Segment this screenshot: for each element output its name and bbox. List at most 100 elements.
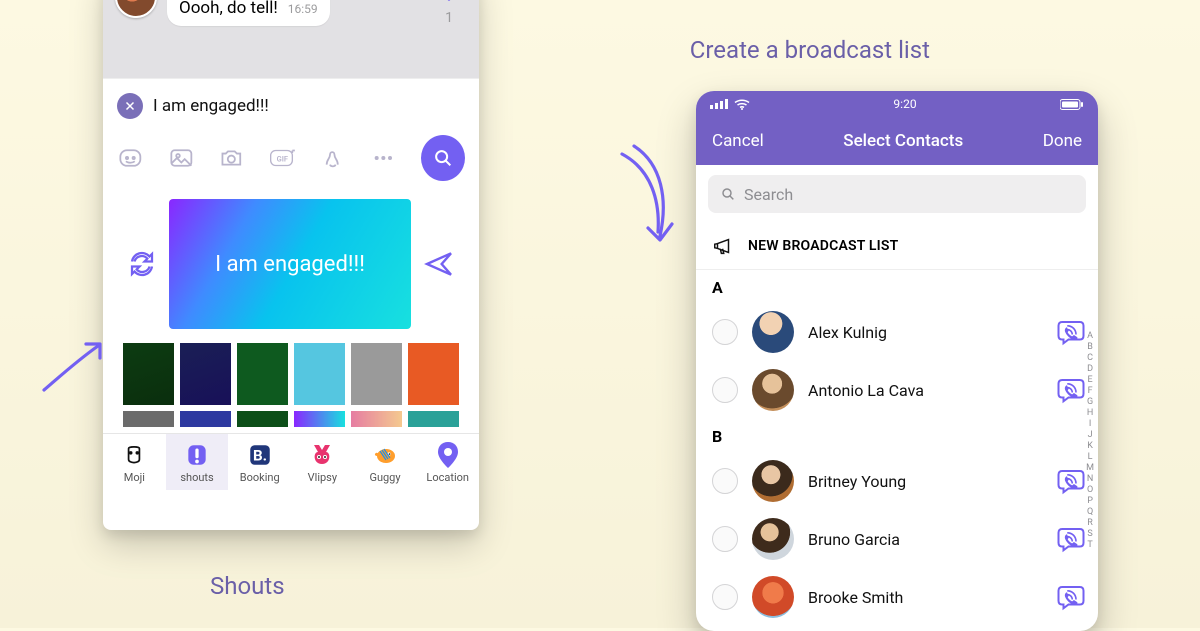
index-letter[interactable]: L: [1086, 452, 1094, 463]
index-letter[interactable]: N: [1086, 474, 1094, 485]
contacts-list[interactable]: A Alex Kulnig Antonio La Cava B Britney …: [696, 270, 1098, 626]
chat-area: Nicki Oooh, do tell! 16:59 1: [103, 0, 479, 78]
reaction-count: 1: [437, 10, 461, 26]
select-radio[interactable]: [712, 526, 738, 552]
contact-row[interactable]: Alex Kulnig: [696, 303, 1098, 361]
extension-tab-moji[interactable]: Moji: [103, 434, 166, 490]
heart-icon: [437, 0, 461, 4]
viber-icon: [1056, 466, 1086, 496]
sticker-icon[interactable]: [117, 144, 144, 172]
extension-tab-icon: [103, 442, 166, 468]
chat-message-row: Nicki Oooh, do tell! 16:59: [115, 0, 467, 26]
camera-icon[interactable]: [218, 144, 245, 172]
index-letter[interactable]: G: [1086, 397, 1094, 408]
extension-tab-label: shouts: [166, 471, 229, 484]
search-button[interactable]: [421, 135, 465, 181]
status-bar: 9:20: [696, 91, 1098, 117]
composer-text[interactable]: I am engaged!!!: [153, 96, 465, 116]
caption-shouts: Shouts: [210, 572, 285, 600]
index-letter[interactable]: D: [1086, 364, 1094, 375]
shout-preview-card[interactable]: I am engaged!!!: [169, 199, 411, 329]
extension-tab-icon: [291, 442, 354, 468]
background-swatch[interactable]: [294, 343, 345, 405]
extension-tab-icon: B.: [228, 442, 291, 468]
reaction-button[interactable]: 1: [437, 0, 461, 26]
search-placeholder: Search: [744, 185, 793, 204]
message-bubble[interactable]: Nicki Oooh, do tell! 16:59: [167, 0, 330, 26]
extension-tab-label: Booking: [228, 471, 291, 484]
shuffle-background-button[interactable]: [127, 249, 157, 279]
extension-tab-label: Location: [416, 471, 479, 484]
index-letter[interactable]: P: [1086, 496, 1094, 507]
megaphone-icon: [712, 235, 734, 257]
contact-name: Britney Young: [808, 472, 1042, 491]
index-letter[interactable]: J: [1086, 430, 1094, 441]
wifi-icon: [734, 99, 750, 110]
extension-tab-shouts[interactable]: shouts: [166, 434, 229, 490]
clear-input-button[interactable]: [117, 93, 143, 119]
background-swatch[interactable]: [180, 343, 231, 405]
composer: I am engaged!!! GIF I am engaged!!!: [103, 78, 479, 427]
extension-tab-booking[interactable]: B. Booking: [228, 434, 291, 490]
background-swatch[interactable]: [123, 343, 174, 405]
index-letter[interactable]: M: [1086, 463, 1094, 474]
index-letter[interactable]: A: [1086, 331, 1094, 342]
extension-tab-label: Vlipsy: [291, 471, 354, 484]
background-swatch[interactable]: [237, 411, 288, 427]
sender-avatar[interactable]: [115, 0, 157, 18]
contact-row[interactable]: Britney Young: [696, 452, 1098, 510]
index-letter[interactable]: K: [1086, 441, 1094, 452]
cancel-button[interactable]: Cancel: [712, 131, 764, 151]
background-swatch[interactable]: [408, 343, 459, 405]
battery-icon: [1060, 99, 1084, 110]
extensions-tabbar: Mojishouts B. BookingVlipsyGuggyLocation: [103, 433, 479, 490]
index-letter[interactable]: Q: [1086, 507, 1094, 518]
background-swatch[interactable]: [123, 411, 174, 427]
svg-text:B.: B.: [253, 446, 267, 464]
contact-name: Antonio La Cava: [808, 381, 1042, 400]
extension-tab-guggy[interactable]: Guggy: [354, 434, 417, 490]
alphabet-index[interactable]: ABCDEFGHIJKLMNOPQRST: [1086, 331, 1094, 551]
index-letter[interactable]: R: [1086, 518, 1094, 529]
contact-row[interactable]: Antonio La Cava: [696, 361, 1098, 419]
index-letter[interactable]: B: [1086, 342, 1094, 353]
background-swatch[interactable]: [237, 343, 288, 405]
gif-icon[interactable]: GIF: [269, 144, 296, 172]
select-radio[interactable]: [712, 319, 738, 345]
new-broadcast-list-button[interactable]: NEW BROADCAST LIST: [696, 223, 1098, 270]
background-swatch[interactable]: [351, 343, 402, 405]
more-icon[interactable]: [370, 144, 397, 172]
index-letter[interactable]: S: [1086, 529, 1094, 540]
contact-name: Brooke Smith: [808, 588, 1042, 607]
index-letter[interactable]: H: [1086, 408, 1094, 419]
doodle-icon[interactable]: [320, 144, 347, 172]
gallery-icon[interactable]: [168, 144, 195, 172]
extension-tab-location[interactable]: Location: [416, 434, 479, 490]
select-radio[interactable]: [712, 584, 738, 610]
done-button[interactable]: Done: [1043, 131, 1082, 151]
select-radio[interactable]: [712, 377, 738, 403]
background-swatch[interactable]: [180, 411, 231, 427]
message-text: Oooh, do tell!: [179, 0, 278, 18]
viber-icon: [1056, 524, 1086, 554]
index-letter[interactable]: F: [1086, 386, 1094, 397]
index-letter[interactable]: I: [1086, 419, 1094, 430]
index-letter[interactable]: E: [1086, 375, 1094, 386]
send-button[interactable]: [423, 248, 455, 280]
background-swatch[interactable]: [351, 411, 402, 427]
extension-tab-icon: [416, 442, 479, 468]
background-swatch[interactable]: [408, 411, 459, 427]
select-radio[interactable]: [712, 468, 738, 494]
background-swatch[interactable]: [294, 411, 345, 427]
contact-avatar: [752, 576, 794, 618]
extension-tab-vlipsy[interactable]: Vlipsy: [291, 434, 354, 490]
signal-icon: [710, 99, 728, 109]
search-input[interactable]: Search: [708, 175, 1086, 213]
contact-avatar: [752, 311, 794, 353]
index-letter[interactable]: T: [1086, 540, 1094, 551]
viber-icon: [1056, 582, 1086, 612]
contact-row[interactable]: Brooke Smith: [696, 568, 1098, 626]
index-letter[interactable]: C: [1086, 353, 1094, 364]
index-letter[interactable]: O: [1086, 485, 1094, 496]
contact-row[interactable]: Bruno Garcia: [696, 510, 1098, 568]
